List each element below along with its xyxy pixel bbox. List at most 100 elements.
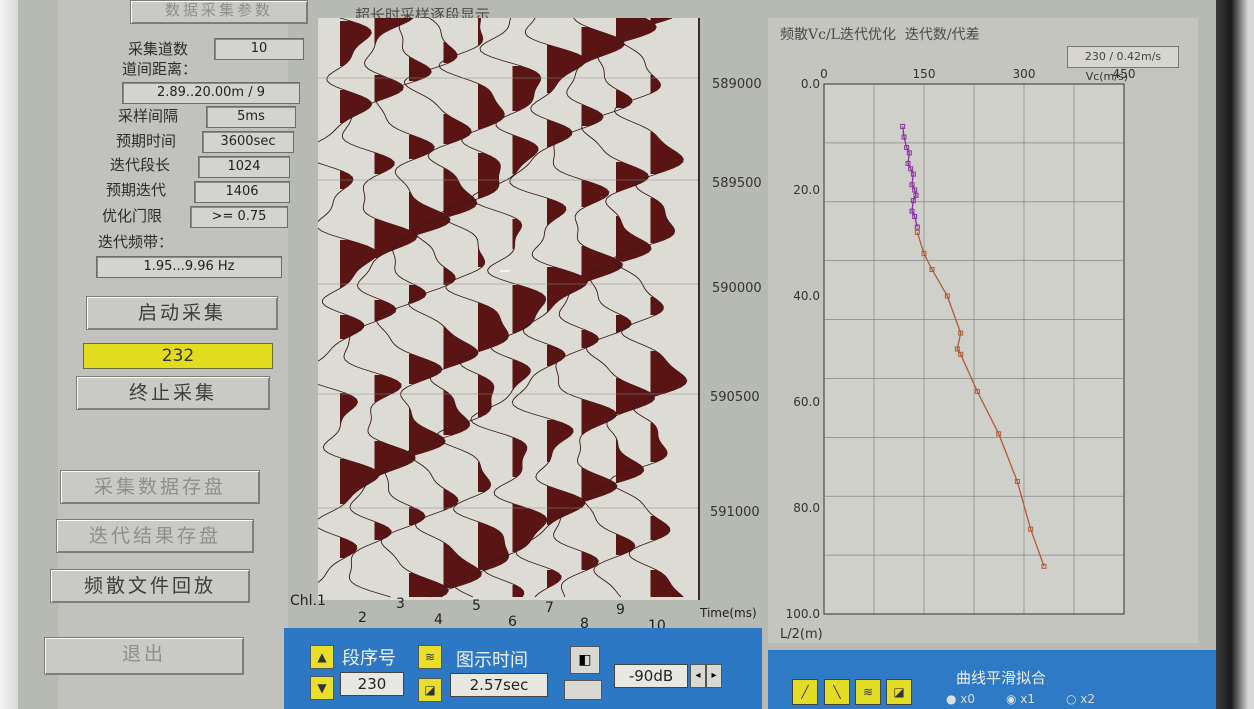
y-tick-label: 100.0: [786, 607, 820, 621]
trace-fill: [409, 573, 449, 597]
radio-x1[interactable]: ◉ x1: [1006, 692, 1035, 706]
trace-fill: [443, 114, 472, 144]
save-iteration-button[interactable]: 迭代结果存盘: [56, 519, 254, 553]
db-field[interactable]: -90dB: [614, 664, 688, 688]
expected-time-field[interactable]: 3600sec: [202, 131, 294, 153]
trace-fill: [616, 18, 657, 42]
channel-label: 3: [396, 596, 405, 612]
time-tick: 589000: [712, 77, 762, 92]
time-axis-label: Time(ms): [700, 606, 757, 620]
exit-button[interactable]: 退出: [44, 637, 244, 675]
y-unit-label: L/2(m): [780, 627, 823, 642]
trace-fill: [581, 330, 599, 348]
y-tick-label: 40.0: [793, 289, 820, 303]
seismic-traces: [318, 18, 698, 598]
x-tick-label: 150: [913, 67, 936, 81]
segment-label: 段序号: [342, 648, 396, 669]
stop-acquisition-button[interactable]: 终止采集: [76, 376, 270, 410]
radio-x0[interactable]: ● x0: [946, 692, 975, 706]
trace-fill: [616, 378, 655, 414]
iteration-counter: 232: [83, 343, 273, 369]
trace-fill: [616, 162, 649, 192]
trace-fill: [650, 423, 668, 462]
threshold-field[interactable]: >= 0.75: [190, 206, 288, 228]
trace-fill: [512, 585, 524, 597]
trace-fill: [650, 351, 687, 396]
monitor-bezel-right: [1216, 0, 1254, 709]
trace-fill: [478, 303, 509, 351]
channel-label: 7: [545, 600, 554, 616]
channel-label: 2: [358, 610, 367, 626]
display-time-field[interactable]: 2.57sec: [450, 673, 548, 697]
tool-button-4[interactable]: ◪: [886, 679, 912, 705]
expected-iterations-label: 预期迭代: [106, 181, 167, 199]
y-tick-label: 20.0: [793, 183, 820, 197]
time-tick: 591000: [710, 505, 760, 520]
tool-button-2[interactable]: ╲: [824, 679, 850, 705]
sample-interval-field[interactable]: 5ms: [206, 106, 296, 128]
time-tick: 589500: [712, 176, 762, 191]
channel-label: 5: [472, 598, 481, 614]
time-tick: 590000: [712, 281, 762, 296]
y-tick-label: 80.0: [793, 501, 820, 515]
channel-label: 4: [434, 612, 443, 628]
channel-label: 9: [616, 602, 625, 618]
trace-fill: [650, 198, 675, 243]
trace-fill: [374, 375, 401, 402]
spacing-field[interactable]: 2.89..20.00m / 9: [122, 82, 300, 104]
trace-fill: [650, 18, 673, 24]
band-field[interactable]: 1.95...9.96 Hz: [96, 256, 282, 278]
trace-fill: [650, 132, 684, 174]
gain-slider[interactable]: [564, 680, 602, 700]
screen-glare: [500, 270, 510, 272]
threshold-label: 优化门限: [102, 207, 163, 225]
trace-fill: [443, 327, 478, 369]
expected-iterations-field[interactable]: 1406: [194, 181, 290, 203]
acquisition-params-button[interactable]: 数据采集参数: [130, 0, 308, 24]
segment-down-button[interactable]: ▼: [310, 676, 334, 700]
segment-field[interactable]: 230: [340, 672, 404, 696]
trace-fill: [650, 570, 684, 597]
band-label: 迭代频带：: [98, 233, 174, 251]
trace-fill: [547, 345, 566, 366]
trace-fill: [581, 552, 599, 570]
segment-up-button[interactable]: ▲: [310, 645, 334, 669]
dispersion-chart: 0 150 300 4500.020.040.060.080.0100.0Vc(m/s…: [780, 67, 1135, 642]
y-tick-label: 0.0: [801, 77, 820, 91]
x-unit-label: Vc(m/s): [1086, 70, 1128, 83]
trace-fill: [616, 534, 635, 555]
expected-time-label: 预期时间: [116, 132, 177, 150]
monitor-bezel-left: [0, 0, 18, 709]
trace-fill: [616, 216, 652, 261]
trace-fill: [340, 90, 372, 123]
zoom-time-button[interactable]: ≋: [418, 645, 442, 669]
tool-button-1[interactable]: ╱: [792, 679, 818, 705]
x-tick-label: 300: [1013, 67, 1036, 81]
save-data-button[interactable]: 采集数据存盘: [60, 470, 260, 504]
trace-fill: [478, 462, 491, 492]
trace-fill: [547, 198, 566, 225]
db-right-arrow-icon[interactable]: ▸: [706, 664, 722, 688]
trace-fill: [374, 153, 395, 174]
channel-label: Chl.1: [290, 593, 326, 609]
smoothing-label: 曲线平滑拟合: [956, 669, 1047, 687]
display-time-label: 图示时间: [456, 650, 528, 671]
chart-title: 频散Vc/L迭代优化 迭代数/代差: [780, 27, 980, 43]
playback-file-button[interactable]: 频散文件回放: [50, 569, 250, 603]
db-left-arrow-icon[interactable]: ◂: [690, 664, 706, 688]
start-acquisition-button[interactable]: 启动采集: [86, 296, 278, 330]
radio-x2[interactable]: ○ x2: [1066, 692, 1095, 706]
shrink-time-button[interactable]: ◪: [418, 678, 442, 702]
gain-toggle-icon[interactable]: ◧: [570, 646, 600, 674]
trace-fill: [340, 240, 377, 288]
trace-fill: [512, 135, 539, 174]
trace-fill: [512, 219, 522, 249]
trace-fill: [547, 267, 588, 312]
trace-fill: [581, 399, 617, 435]
x-tick-label: 0: [820, 67, 828, 81]
trace-fill: [512, 66, 541, 111]
trace-fill: [547, 570, 562, 588]
tool-button-3[interactable]: ≋: [855, 679, 881, 705]
segment-length-field[interactable]: 1024: [198, 156, 290, 178]
channels-field[interactable]: 10: [214, 38, 304, 60]
